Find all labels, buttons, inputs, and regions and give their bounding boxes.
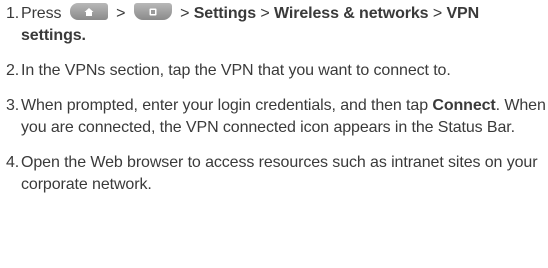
step-text: In the VPNs section, tap the VPN that yo… [21,62,451,79]
step-4: 4. Open the Web browser to access resour… [6,152,546,196]
step-2: 2. In the VPNs section, tap the VPN that… [6,60,546,82]
separator: > [260,5,270,22]
settings-label: Settings [193,5,257,22]
step-text: Open the Web browser to access resources… [21,154,538,193]
instruction-steps: 1. Press > > Settings > Wireless & netwo… [6,3,546,196]
step-text: Press [21,5,62,22]
separator: > [116,5,126,22]
separator: > [180,5,190,22]
vpn-settings-label: settings. [21,27,86,44]
step-text: When prompted, enter your login credenti… [21,97,428,114]
vpn-label: VPN [446,5,480,22]
step-number: 3. [6,97,20,114]
step-3: 3. When prompted, enter your login crede… [6,95,546,139]
step-1: 1. Press > > Settings > Wireless & netwo… [6,3,546,47]
wireless-networks-label: Wireless & networks [274,5,429,22]
step-number: 2. [6,62,20,79]
separator: > [432,5,443,22]
connect-label: Connect [432,97,496,114]
step-number: 4. [6,154,20,171]
step-number: 1. [6,5,20,22]
home-key-icon [69,3,108,20]
menu-key-icon [133,3,172,20]
